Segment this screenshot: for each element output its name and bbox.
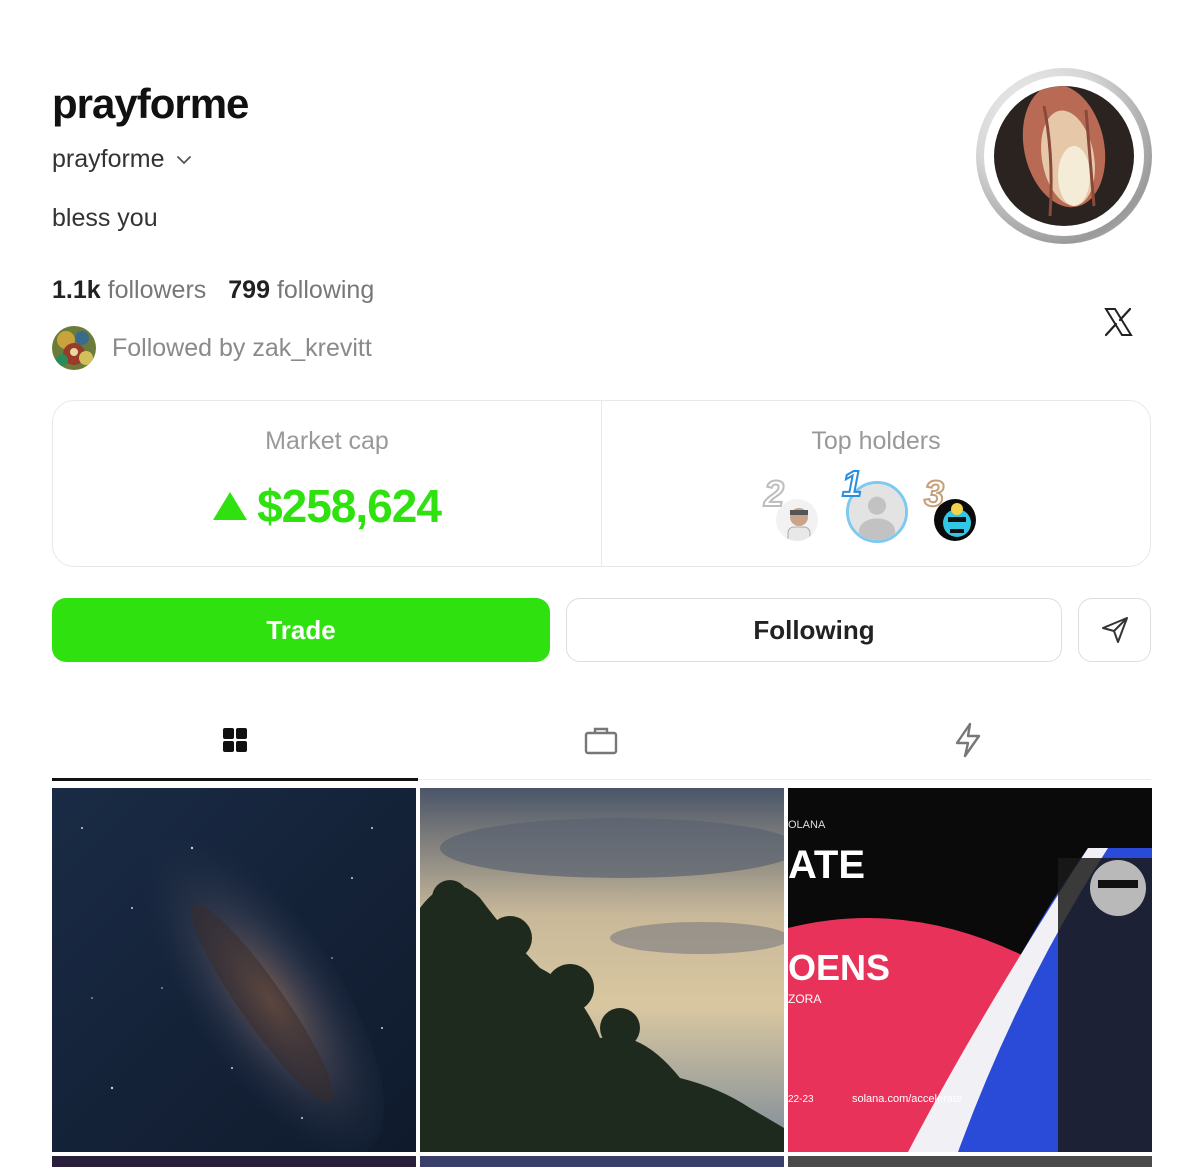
token-stats-card: Market cap $258,624 Top holders 2 1 3: [52, 400, 1151, 567]
grid-icon: [223, 727, 248, 752]
market-cap-section[interactable]: Market cap $258,624: [53, 401, 601, 566]
profile-avatar-image: [994, 86, 1134, 226]
holder-rank-3[interactable]: 3: [923, 472, 984, 547]
follow-stats: 1.1k followers 799 following: [52, 276, 374, 305]
lightning-icon: [955, 722, 981, 757]
send-icon: [1101, 617, 1128, 643]
holder-rank-1[interactable]: 1: [840, 462, 910, 547]
share-button[interactable]: [1078, 598, 1151, 662]
promo-text-url: solana.com/accelerate: [852, 1093, 962, 1105]
chevron-down-icon: [176, 155, 191, 164]
market-cap-value: $258,624: [257, 480, 442, 532]
post-tile[interactable]: OLANA ATE OENS ZORA 22-23 solana.com/acc…: [788, 788, 1152, 1152]
profile-avatar[interactable]: [976, 68, 1152, 244]
tab-collected[interactable]: [418, 700, 784, 779]
market-cap-label: Market cap: [265, 427, 389, 455]
tab-posts[interactable]: [52, 700, 419, 781]
promo-text-oens: OENS: [788, 947, 890, 988]
post-tile[interactable]: [420, 1156, 784, 1167]
profile-handle: prayforme: [52, 145, 165, 173]
following-stat[interactable]: 799 following: [228, 276, 374, 305]
following-label: following: [276, 276, 375, 304]
post-image-solana-promo: OLANA ATE OENS ZORA 22-23 solana.com/acc…: [788, 788, 1152, 1152]
triangle-up-icon: [213, 492, 248, 520]
followers-label: followers: [107, 276, 207, 304]
followed-by-text: Followed by zak_krevitt: [112, 333, 372, 362]
promo-text-date: 22-23: [788, 1094, 814, 1105]
top-holders-section[interactable]: Top holders 2 1 3: [601, 401, 1150, 566]
followers-count: 1.1k: [52, 276, 101, 304]
profile-display-name: prayforme: [52, 80, 249, 127]
promo-text-ate: ATE: [788, 843, 865, 887]
profile-bio: bless you: [52, 204, 158, 232]
followers-stat[interactable]: 1.1k followers: [52, 276, 206, 305]
post-tile[interactable]: [52, 788, 416, 1152]
top-holders-label: Top holders: [811, 427, 941, 455]
followed-by[interactable]: Followed by zak_krevitt: [52, 326, 372, 370]
post-tile[interactable]: [788, 1156, 1152, 1167]
profile-tabs: [52, 700, 1151, 781]
profile-page: prayforme prayforme bless you 1.1k follo…: [0, 0, 1200, 1167]
holder-rank-label: 1: [841, 462, 863, 505]
post-image-sunset-trees: [420, 788, 784, 1152]
handle-switcher[interactable]: prayforme: [52, 145, 193, 174]
post-tile[interactable]: [420, 788, 784, 1152]
following-button[interactable]: Following: [566, 598, 1062, 662]
holder-rank-label: 2: [763, 472, 785, 515]
top-holders-list: 2 1 3: [602, 462, 1150, 555]
holder-rank-2[interactable]: 2: [763, 472, 824, 547]
mutual-follower-avatar: [52, 326, 96, 370]
trade-button[interactable]: Trade: [52, 598, 550, 662]
bag-icon: [585, 727, 618, 754]
holder-rank-label: 3: [923, 472, 945, 515]
promo-text-zora: ZORA: [788, 992, 821, 1006]
following-count: 799: [228, 276, 270, 304]
x-twitter-icon[interactable]: [1100, 304, 1136, 340]
post-image-milky-way: [52, 788, 416, 1152]
promo-text-top: OLANA: [788, 819, 826, 831]
tab-activity[interactable]: [785, 700, 1151, 779]
post-tile[interactable]: [52, 1156, 416, 1167]
